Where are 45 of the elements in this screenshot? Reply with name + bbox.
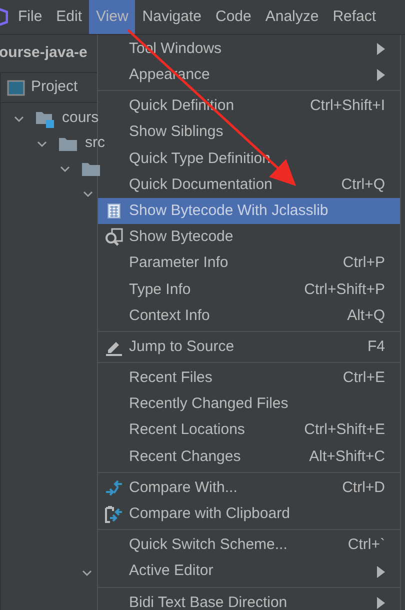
shortcut-label: Ctrl+Shift+I: [310, 96, 385, 116]
shortcut-label: Ctrl+Shift+P: [304, 280, 385, 300]
app-logo-icon[interactable]: [0, 6, 8, 28]
menu-item[interactable]: Active Editor: [98, 558, 400, 585]
document-grid-icon: [106, 203, 120, 220]
project-tab[interactable]: Project: [31, 76, 78, 99]
menu-item[interactable]: Show Bytecode: [98, 224, 400, 250]
menu-bar-item[interactable]: Edit: [49, 0, 90, 34]
folder-icon: [81, 160, 101, 176]
menu-item[interactable]: Compare with Clipboard: [98, 501, 400, 528]
menu-item[interactable]: Recent Changes Alt+Shift+C: [98, 444, 400, 470]
menu-bar-item[interactable]: File: [11, 0, 50, 34]
menu-bar-item[interactable]: Code: [208, 0, 258, 34]
window-icon: [7, 80, 25, 96]
shortcut-label: Ctrl+Shift+E: [304, 420, 385, 440]
menu-item[interactable]: Jump to Source F4: [98, 334, 400, 360]
menu-item[interactable]: Show Bytecode With Jclasslib: [98, 198, 400, 224]
shortcut-label: Ctrl+D: [342, 478, 385, 498]
tree-item-label[interactable]: cours: [62, 107, 99, 130]
shortcut-label: Alt+Shift+C: [309, 446, 385, 467]
menu-bar-item[interactable]: Analyze: [258, 0, 326, 34]
menu-item[interactable]: Recent Files Ctrl+E: [98, 365, 400, 392]
shortcut-label: F4: [367, 336, 385, 357]
clipboard-compare-icon: [104, 505, 123, 524]
menu-item[interactable]: Compare With... Ctrl+D: [98, 475, 400, 502]
menu-item[interactable]: Quick Documentation Ctrl+Q: [98, 172, 400, 198]
menu-item[interactable]: Type Info Ctrl+Shift+P: [98, 276, 400, 303]
shortcut-label: Ctrl+P: [342, 253, 385, 274]
module-folder-icon: [35, 110, 55, 128]
shortcut-label: Alt+Q: [347, 306, 385, 326]
search-document-icon: [104, 228, 122, 246]
shortcut-label: Ctrl+Q: [341, 174, 385, 195]
shortcut-label: Ctrl+`: [348, 535, 385, 556]
compare-arrows-icon: [104, 480, 122, 496]
folder-icon: [58, 136, 78, 152]
tree-item-label[interactable]: src: [85, 132, 105, 155]
menu-item[interactable]: Context Info Alt+Q: [98, 302, 400, 330]
shortcut-label: Ctrl+E: [342, 368, 385, 388]
menu-item[interactable]: Bidi Text Base Direction: [98, 590, 400, 610]
menu-bar-item[interactable]: Refact: [326, 0, 384, 34]
menu-item[interactable]: Parameter Info Ctrl+P: [98, 250, 400, 277]
menu-bar-item[interactable]: Navigate: [135, 0, 208, 34]
menu-item[interactable]: Quick Switch Scheme... Ctrl+`: [98, 532, 400, 559]
menu-item[interactable]: Recently Changed Files: [98, 391, 400, 418]
menu-item[interactable]: Recent Locations Ctrl+Shift+E: [98, 418, 400, 444]
